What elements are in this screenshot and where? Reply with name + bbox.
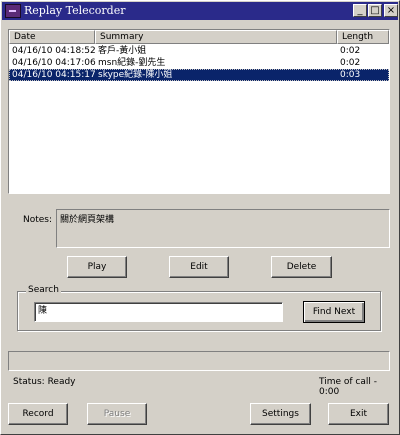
- record-button[interactable]: Record: [8, 403, 68, 425]
- playback-progress-bar: [8, 351, 390, 371]
- title-bar[interactable]: Replay Telecorder _ □ ×: [2, 2, 398, 20]
- notes-label: Notes:: [23, 215, 53, 225]
- column-header-length[interactable]: Length: [337, 30, 389, 44]
- list-item-selected[interactable]: 04/16/10 04:15:17 skype紀錄-陳小姐 0:03: [9, 69, 389, 81]
- maximize-button[interactable]: □: [368, 4, 382, 17]
- column-header-summary[interactable]: Summary: [95, 30, 337, 44]
- app-window: Replay Telecorder _ □ × Date Summary Len…: [0, 0, 400, 435]
- delete-button[interactable]: Delete: [271, 256, 332, 278]
- row-summary: msn紀錄-劉先生: [98, 58, 166, 68]
- window-title: Replay Telecorder: [24, 4, 126, 17]
- row-date: 04/16/10 04:17:06: [12, 58, 96, 68]
- minimize-button[interactable]: _: [353, 4, 367, 17]
- row-summary: 客戶-黃小姐: [98, 46, 147, 56]
- row-length: 0:03: [340, 70, 361, 80]
- edit-button[interactable]: Edit: [169, 256, 229, 278]
- exit-button[interactable]: Exit: [328, 403, 389, 425]
- list-item[interactable]: 04/16/10 04:17:06 msn紀錄-劉先生 0:02: [9, 57, 389, 69]
- list-header: Date Summary Length: [9, 30, 389, 44]
- column-header-date[interactable]: Date: [9, 30, 95, 44]
- time-of-call: Time of call - 0:00: [319, 377, 377, 397]
- status-text: Status: Ready: [13, 377, 76, 387]
- list-item[interactable]: 04/16/10 04:18:52 客戶-黃小姐 0:02: [9, 45, 389, 57]
- recordings-list[interactable]: Date Summary Length 04/16/10 04:18:52 客戶…: [8, 29, 390, 194]
- search-group-label: Search: [26, 285, 61, 295]
- row-length: 0:02: [340, 46, 361, 56]
- settings-button[interactable]: Settings: [250, 403, 311, 425]
- row-date: 04/16/10 04:15:17: [12, 70, 96, 80]
- close-button[interactable]: ×: [384, 4, 398, 17]
- row-date: 04/16/10 04:18:52: [12, 46, 96, 56]
- row-summary: skype紀錄-陳小姐: [98, 70, 173, 80]
- find-next-button[interactable]: Find Next: [303, 301, 365, 323]
- row-length: 0:02: [340, 58, 361, 68]
- pause-button[interactable]: Pause: [87, 403, 147, 425]
- notes-field[interactable]: 關於網頁架構: [56, 209, 390, 248]
- play-button[interactable]: Play: [67, 256, 127, 278]
- search-input[interactable]: 陳: [34, 302, 283, 322]
- app-icon: [5, 4, 21, 18]
